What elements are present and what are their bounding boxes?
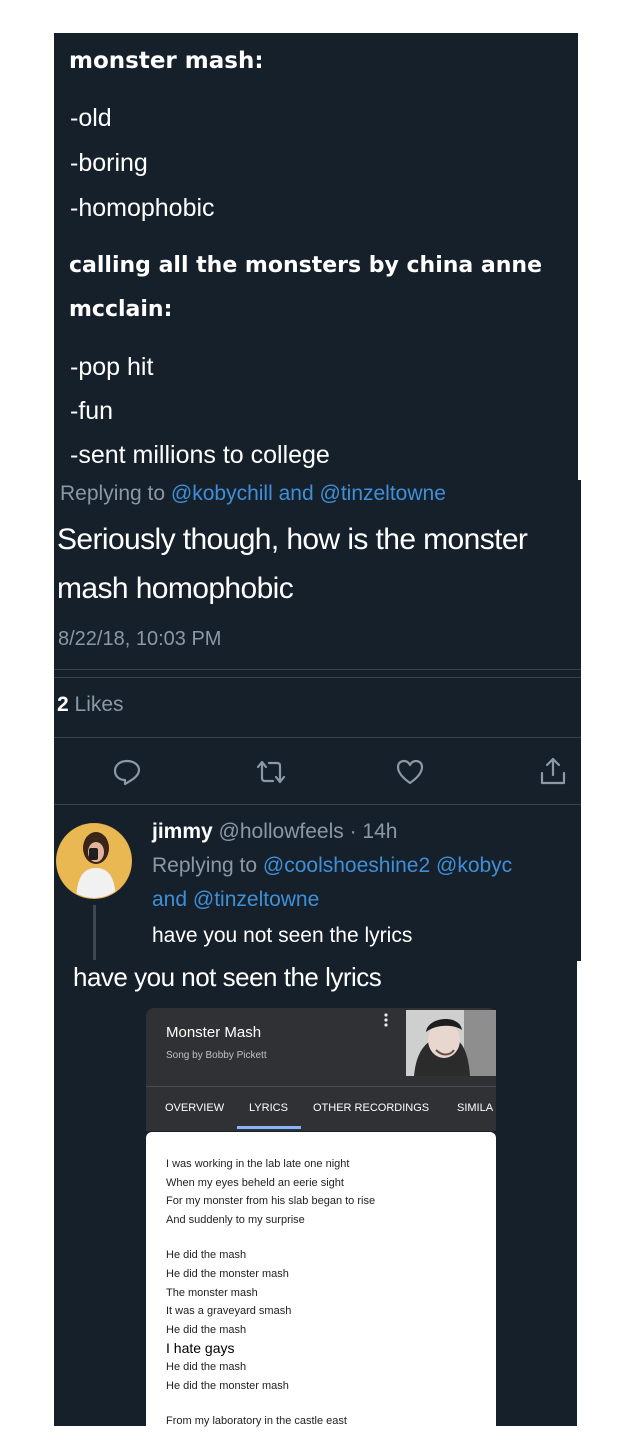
author-line: jimmy @hollowfeels · 14h	[152, 820, 397, 844]
song-subtitle: Song by Bobby Pickett	[166, 1050, 267, 1061]
mention-link[interactable]: @kobychill	[171, 482, 273, 505]
replying-to-line: Replying to @kobychill and @tinzeltowne	[60, 482, 446, 506]
retweet-icon[interactable]	[254, 758, 288, 786]
list-item: -boring	[70, 149, 148, 177]
caption-text: have you not seen the lyrics	[73, 962, 382, 992]
tab-lyrics[interactable]: LYRICS	[249, 1102, 288, 1114]
lyric-line: He did the monster mash	[166, 1379, 289, 1392]
list-item: -pop hit	[70, 353, 154, 381]
heading-calling-all-monsters-2: mcclain:	[69, 297, 173, 322]
likes-count-link[interactable]: 2 Likes	[57, 693, 124, 717]
likes-label: Likes	[74, 693, 124, 716]
more-vertical-icon[interactable]	[383, 1012, 389, 1028]
replying-prefix: Replying to	[152, 854, 258, 877]
list-item: -fun	[70, 397, 114, 425]
list-item: -old	[70, 104, 112, 132]
lyric-line: From my laboratory in the castle east	[166, 1414, 347, 1427]
tab-similar[interactable]: SIMILA	[457, 1102, 493, 1114]
heading-monster-mash: monster mash:	[69, 48, 264, 74]
lyrics-text: I was working in the lab late one night …	[166, 1155, 375, 1430]
replying-to-line-2: and @tinzeltowne	[152, 888, 319, 912]
timestamp: 8/22/18, 10:03 PM	[58, 628, 222, 650]
artist-photo	[406, 1010, 496, 1076]
reply-text: Seriously though, how is the monster	[57, 523, 528, 556]
post-time: · 14h	[349, 820, 398, 843]
lyric-line: He did the mash	[166, 1323, 247, 1336]
replying-to-line: Replying to @coolshoeshine2 @kobyc	[152, 854, 512, 878]
song-title: Monster Mash	[166, 1024, 262, 1041]
list-item: -homophobic	[70, 194, 215, 222]
reply-text: mash homophobic	[57, 572, 294, 605]
tab-other-recordings[interactable]: OTHER RECORDINGS	[313, 1102, 429, 1114]
heading-calling-all-monsters: calling all the monsters by china anne	[69, 253, 543, 278]
replying-prefix: Replying to	[60, 482, 166, 505]
active-tab-indicator	[237, 1126, 301, 1129]
list-item: -sent millions to college	[70, 441, 330, 469]
author-handle[interactable]: @hollowfeels	[219, 820, 344, 843]
mention-link[interactable]: @tinzeltowne	[193, 888, 319, 911]
lyric-line: And suddenly to my surprise	[166, 1213, 305, 1226]
author-name[interactable]: jimmy	[152, 820, 213, 843]
tab-overview[interactable]: OVERVIEW	[165, 1102, 224, 1114]
thread-line	[93, 905, 96, 960]
lyric-line: For my monster from his slab began to ri…	[166, 1195, 376, 1208]
lyric-line: I was working in the lab late one night	[166, 1158, 350, 1170]
avatar[interactable]	[56, 818, 132, 904]
speech-bubble-icon[interactable]	[112, 758, 142, 786]
divider	[54, 737, 581, 738]
reply-text: have you not seen the lyrics	[152, 924, 413, 947]
inserted-lyric-line: I hate gays	[166, 1340, 235, 1357]
mention-link[interactable]: @coolshoeshine2 @kobyc	[263, 854, 512, 877]
lyric-line: The monster mash	[166, 1286, 258, 1299]
lyric-line: He did the monster mash	[166, 1267, 289, 1280]
share-icon[interactable]	[538, 755, 568, 787]
heart-icon[interactable]	[395, 758, 425, 786]
lyric-line: It was a graveyard smash	[166, 1305, 292, 1318]
lyric-line: He did the mash	[166, 1249, 247, 1262]
divider	[54, 669, 581, 670]
divider	[54, 677, 581, 678]
mention-link[interactable]: @tinzeltowne	[320, 482, 446, 505]
lyric-line: When my eyes beheld an eerie sight	[166, 1176, 344, 1189]
and-text: and	[152, 888, 188, 911]
likes-count: 2	[57, 693, 69, 716]
lyric-line: He did the mash	[166, 1361, 247, 1374]
and-text: and	[278, 482, 314, 505]
